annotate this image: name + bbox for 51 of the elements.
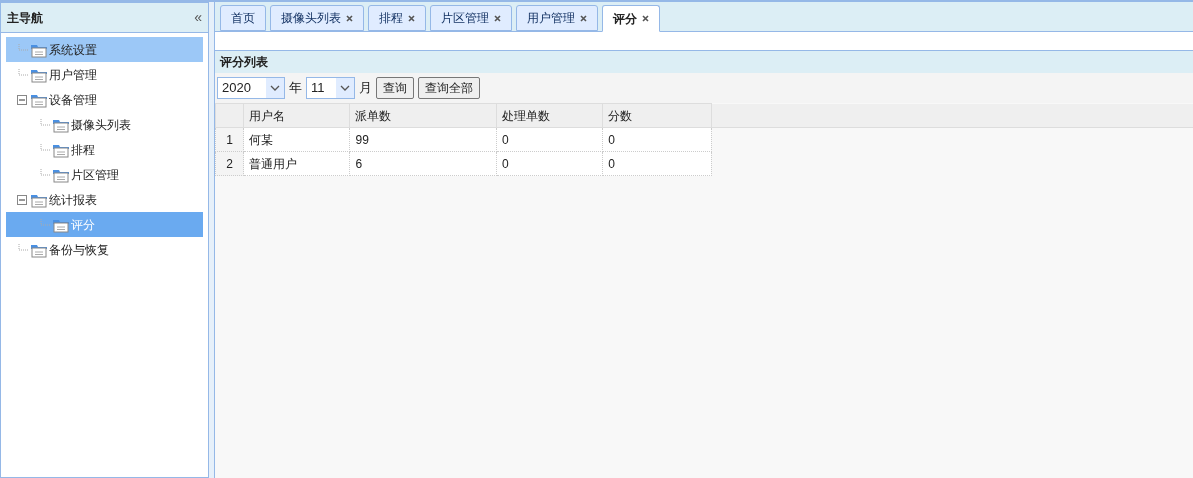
close-icon[interactable] [494, 14, 501, 22]
close-icon[interactable] [642, 15, 649, 22]
tree-label: 系统设置 [49, 41, 97, 59]
tree-label: 评分 [71, 216, 95, 234]
table-cell: 普通用户 [243, 151, 350, 176]
tree-item[interactable]: 系统设置 [6, 37, 203, 62]
column-header[interactable]: 用户名 [243, 103, 350, 128]
tree-label: 备份与恢复 [49, 241, 109, 259]
tab[interactable]: 摄像头列表 [270, 5, 364, 31]
tree-label: 排程 [71, 141, 95, 159]
row-number: 2 [215, 151, 244, 176]
tab[interactable]: 片区管理 [430, 5, 512, 31]
select-field[interactable]: 2020 [217, 77, 285, 99]
collapse-icon[interactable]: « [194, 7, 202, 28]
tab[interactable]: 评分 [602, 5, 660, 32]
tree-item[interactable]: 备份与恢复 [6, 237, 203, 262]
tree-item[interactable]: 用户管理 [6, 62, 203, 87]
sidebar-title: 主导航 [7, 9, 43, 27]
year-label: 年 [289, 79, 302, 98]
table-cell: 何某 [243, 127, 350, 152]
tree-item[interactable]: 设备管理 [6, 87, 203, 112]
tab[interactable]: 用户管理 [516, 5, 598, 31]
table-cell: 0 [496, 151, 603, 176]
close-icon[interactable] [346, 14, 353, 22]
tree-label: 设备管理 [49, 91, 97, 109]
close-icon[interactable] [408, 14, 415, 22]
table-cell: 6 [349, 151, 497, 176]
query-button[interactable]: 查询全部 [418, 77, 480, 99]
collapse-toggle-icon[interactable] [16, 93, 28, 106]
tree-label: 用户管理 [49, 66, 97, 84]
panel-title: 评分列表 [220, 54, 268, 71]
tab[interactable]: 排程 [368, 5, 426, 31]
tree-item[interactable]: 片区管理 [6, 162, 203, 187]
tree-item[interactable]: 摄像头列表 [6, 112, 203, 137]
collapse-toggle-icon[interactable] [16, 193, 28, 206]
table-cell: 99 [349, 127, 497, 152]
month-label: 月 [359, 79, 372, 98]
row-number: 1 [215, 127, 244, 152]
close-icon[interactable] [580, 14, 587, 22]
table-cell: 0 [496, 127, 603, 152]
query-button[interactable]: 查询 [376, 77, 414, 99]
tab[interactable]: 首页 [220, 5, 266, 31]
tree-item[interactable]: 排程 [6, 137, 203, 162]
tree-label: 统计报表 [49, 191, 97, 209]
tree-label: 片区管理 [71, 166, 119, 184]
column-header[interactable]: 处理单数 [496, 103, 603, 128]
tree-item[interactable]: 统计报表 [6, 187, 203, 212]
column-header[interactable]: 派单数 [349, 103, 497, 128]
tree-label: 摄像头列表 [71, 116, 131, 134]
select-field[interactable]: 11 [306, 77, 355, 99]
column-header[interactable]: 分数 [602, 103, 712, 128]
